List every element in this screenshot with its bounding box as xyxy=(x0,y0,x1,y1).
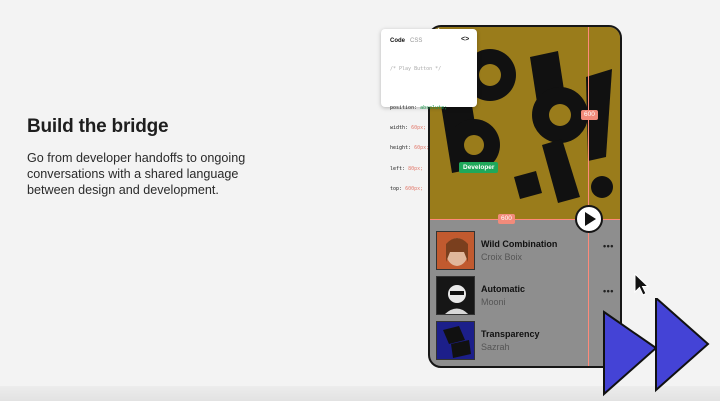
track-item-automatic[interactable]: Automatic Mooni ••• xyxy=(436,276,614,316)
code-panel-title: Code xyxy=(390,38,405,44)
track-title: Wild Combination xyxy=(481,239,558,249)
code-line: width: 60px; xyxy=(390,124,427,131)
horizontal-measure-label: 600 xyxy=(498,214,515,224)
vertical-measure-label: 600 xyxy=(581,110,598,120)
code-line: top: 600px; xyxy=(390,186,424,193)
track-title: Automatic xyxy=(481,284,526,294)
code-toggle-icon[interactable]: <> xyxy=(461,36,469,43)
code-line: position: absolute; xyxy=(390,104,448,111)
track-artist: Mooni xyxy=(481,297,506,307)
mouse-pointer-icon xyxy=(634,273,650,296)
album-thumbnail xyxy=(436,321,475,360)
track-item-wild-combination[interactable]: Wild Combination Croix Boix ••• xyxy=(436,231,614,271)
headline: Build the bridge xyxy=(27,116,169,137)
code-comment: /* Play Button */ xyxy=(390,65,442,72)
track-artist: Croix Boix xyxy=(481,252,523,262)
more-options-button[interactable]: ••• xyxy=(603,241,614,251)
play-icon xyxy=(585,212,596,226)
album-thumbnail xyxy=(436,276,475,315)
developer-tag: Developer xyxy=(459,162,499,173)
fast-forward-arrows-icon xyxy=(603,298,710,397)
code-line: height: 60px; xyxy=(390,145,430,152)
track-title: Transparency xyxy=(481,329,540,339)
more-options-button[interactable]: ••• xyxy=(603,286,614,296)
track-item-transparency[interactable]: Transparency Sazrah ••• xyxy=(436,321,614,361)
play-button[interactable] xyxy=(575,205,603,233)
subcopy: Go from developer handoffs to ongoing co… xyxy=(27,151,246,197)
code-line: left: 80px; xyxy=(390,165,424,172)
track-artist: Sazrah xyxy=(481,342,510,352)
album-thumbnail xyxy=(436,231,475,270)
code-inspector-panel: Code CSS <> /* Play Button */ position: … xyxy=(381,29,477,192)
code-language-label: CSS xyxy=(410,38,423,44)
vertical-measure-guide xyxy=(588,27,589,366)
css-code-block: /* Play Button */ position: absolute; wi… xyxy=(390,52,447,207)
